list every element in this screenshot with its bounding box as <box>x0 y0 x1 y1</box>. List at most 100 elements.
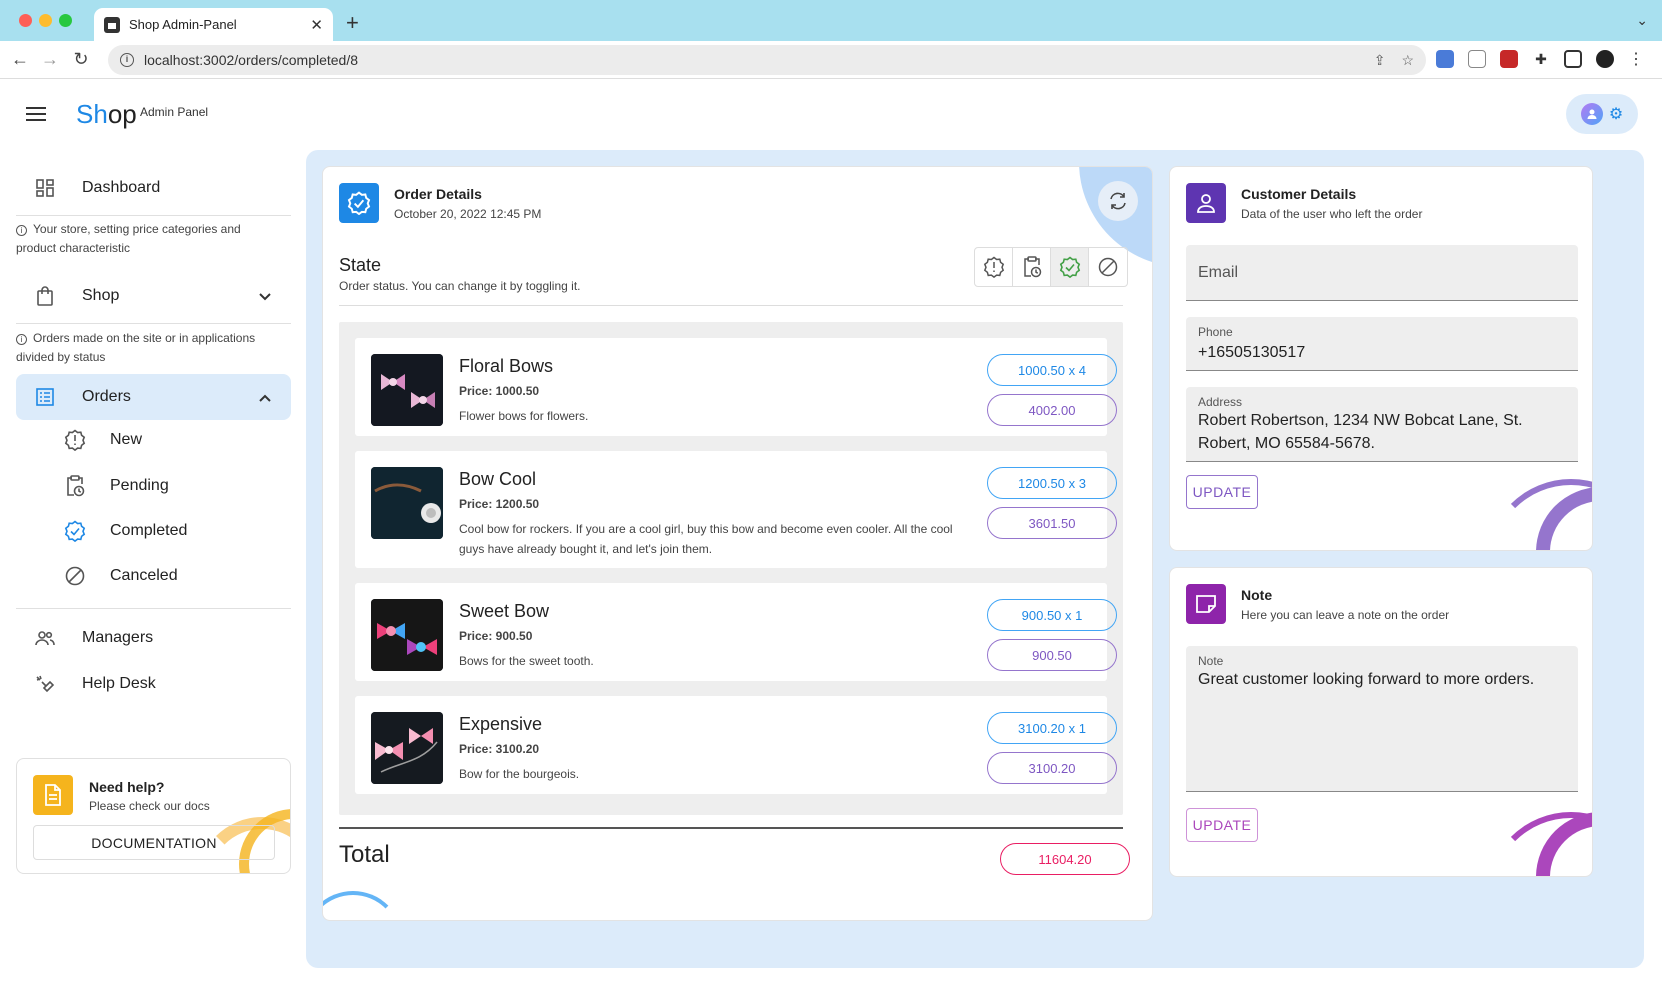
window-close-dot[interactable] <box>19 14 32 27</box>
item-name: Bow Cool <box>459 469 537 489</box>
site-info-icon[interactable]: i <box>120 53 134 67</box>
tab-search-chevron-icon[interactable]: ⌄ <box>1636 12 1648 29</box>
help-title: Need help? <box>89 779 165 795</box>
sidebar-item-orders[interactable]: Orders <box>16 374 291 420</box>
sidebar-subitem-new[interactable]: New <box>64 420 291 460</box>
sidebar-subitem-canceled[interactable]: Canceled <box>64 556 291 596</box>
sidebar-item-shop[interactable]: Shop <box>16 273 291 319</box>
verified-icon <box>64 520 86 542</box>
item-price: Price: 1000.50 <box>459 384 540 398</box>
note-update-button[interactable]: UPDATE <box>1186 808 1258 842</box>
item-description: Bow for the bourgeois. <box>459 767 580 781</box>
email-field[interactable]: Email <box>1186 245 1578 301</box>
browser-tab[interactable]: Shop Admin-Panel ✕ <box>94 8 333 41</box>
sidebar-subitem-label: New <box>110 431 143 448</box>
total-divider <box>339 827 1123 829</box>
side-panel-icon[interactable] <box>1564 50 1582 68</box>
item-price: Price: 1200.50 <box>459 497 540 511</box>
new-tab-icon[interactable]: + <box>346 10 359 36</box>
item-price: Price: 900.50 <box>459 629 533 643</box>
state-subtitle: Order status. You can change it by toggl… <box>339 279 581 293</box>
sidebar-item-help-desk[interactable]: Help Desk <box>16 661 291 707</box>
list-item: Sweet Bow Price: 900.50 Bows for the swe… <box>355 583 1117 681</box>
share-icon[interactable]: ⇪ <box>1374 52 1386 69</box>
user-avatar-icon[interactable] <box>1580 103 1603 125</box>
sidebar-item-label: Dashboard <box>82 179 161 196</box>
item-quantity-chip: 900.50 x 1 <box>987 599 1117 631</box>
state-completed-toggle[interactable] <box>1051 248 1089 286</box>
verified-icon <box>339 183 379 223</box>
sidebar-subitem-label: Completed <box>110 522 188 539</box>
address-bar[interactable]: i localhost:3002/orders/completed/8 ⇪ ☆ <box>108 45 1426 75</box>
note-label: Note <box>1198 654 1224 668</box>
menu-toggle-icon[interactable] <box>26 107 46 125</box>
state-canceled-toggle[interactable] <box>1089 248 1127 286</box>
reload-icon[interactable]: ↻ <box>70 49 92 70</box>
list-item: Floral Bows Price: 1000.50 Flower bows f… <box>355 338 1117 436</box>
documentation-button[interactable]: DOCUMENTATION <box>33 825 275 860</box>
note-title: Note <box>1241 587 1273 603</box>
tab-title: Shop Admin-Panel <box>129 17 237 32</box>
order-items-list: Floral Bows Price: 1000.50 Flower bows f… <box>339 322 1123 815</box>
phone-value: +16505130517 <box>1198 344 1306 361</box>
info-icon: i <box>16 334 27 345</box>
clipboard-clock-icon <box>1023 256 1041 278</box>
item-description: Bows for the sweet tooth. <box>459 654 594 668</box>
user-settings-chip[interactable]: ⚙ <box>1566 94 1638 134</box>
sidebar-item-label: Help Desk <box>82 675 156 692</box>
sidebar-item-dashboard[interactable]: Dashboard <box>16 165 291 211</box>
sidebar-subitem-pending[interactable]: Pending <box>64 466 291 506</box>
address-value: Robert Robertson, 1234 NW Bobcat Lane, S… <box>1198 412 1523 452</box>
item-name: Floral Bows <box>459 356 554 376</box>
red-extension-icon[interactable] <box>1500 50 1518 68</box>
shop-hint-text: Your store, setting price categories and… <box>16 222 241 255</box>
product-image <box>371 354 443 426</box>
order-title: Order Details <box>394 186 482 202</box>
item-description: Cool bow for rockers. If you are a cool … <box>459 522 953 556</box>
eyedropper-extension-icon[interactable] <box>1468 50 1486 68</box>
extensions-puzzle-icon[interactable]: ✚ <box>1532 50 1550 68</box>
translate-extension-icon[interactable] <box>1436 50 1454 68</box>
browser-menu-icon[interactable]: ⋮ <box>1628 49 1644 69</box>
tab-close-icon[interactable]: ✕ <box>310 16 323 34</box>
sidebar-item-managers[interactable]: Managers <box>16 615 291 661</box>
shop-logo[interactable]: Shop <box>76 99 137 130</box>
address-label: Address <box>1198 395 1243 409</box>
logo-part-b: op <box>107 99 137 129</box>
state-pending-toggle[interactable] <box>1013 248 1051 286</box>
sidebar-subitem-completed[interactable]: Completed <box>64 511 291 551</box>
phone-label: Phone <box>1198 325 1233 339</box>
forward-icon[interactable]: → <box>39 49 61 70</box>
chevron-down-icon <box>259 288 271 304</box>
sidebar-subitem-label: Pending <box>110 477 169 494</box>
orders-hint-text: Orders made on the site or in applicatio… <box>16 331 256 364</box>
customer-update-button[interactable]: UPDATE <box>1186 475 1258 509</box>
bookmark-star-icon[interactable]: ☆ <box>1401 52 1414 69</box>
back-icon[interactable]: ← <box>9 49 31 70</box>
phone-field[interactable]: Phone +16505130517 <box>1186 317 1578 371</box>
window-zoom-dot[interactable] <box>59 14 72 27</box>
note-textarea[interactable]: Note Great customer looking forward to m… <box>1186 646 1578 792</box>
order-details-card: Order Details October 20, 2022 12:45 PM … <box>322 166 1153 921</box>
product-image <box>371 599 443 671</box>
sidebar-item-label: Managers <box>82 629 154 646</box>
profile-avatar-icon[interactable] <box>1596 50 1614 68</box>
help-card: Need help? Please check our docs DOCUMEN… <box>16 758 291 874</box>
state-title: State <box>339 255 382 275</box>
item-description: Flower bows for flowers. <box>459 409 589 423</box>
address-field[interactable]: Address Robert Robertson, 1234 NW Bobcat… <box>1186 387 1578 462</box>
customer-subtitle: Data of the user who left the order <box>1241 207 1423 221</box>
gear-icon[interactable]: ⚙ <box>1609 104 1623 124</box>
sidebar-subitem-label: Canceled <box>110 567 178 584</box>
chevron-up-icon <box>259 389 271 405</box>
item-subtotal-chip: 3100.20 <box>987 752 1117 784</box>
window-minimize-dot[interactable] <box>39 14 52 27</box>
customer-details-card: Customer Details Data of the user who le… <box>1169 166 1593 551</box>
item-quantity-chip: 3100.20 x 1 <box>987 712 1117 744</box>
admin-panel-label: Admin Panel <box>140 105 209 119</box>
refresh-icon[interactable] <box>1098 181 1138 221</box>
item-subtotal-chip: 4002.00 <box>987 394 1117 426</box>
state-new-toggle[interactable] <box>975 248 1013 286</box>
clipboard-clock-icon <box>64 475 86 497</box>
shop-hint: i Your store, setting price categories an… <box>16 220 276 258</box>
